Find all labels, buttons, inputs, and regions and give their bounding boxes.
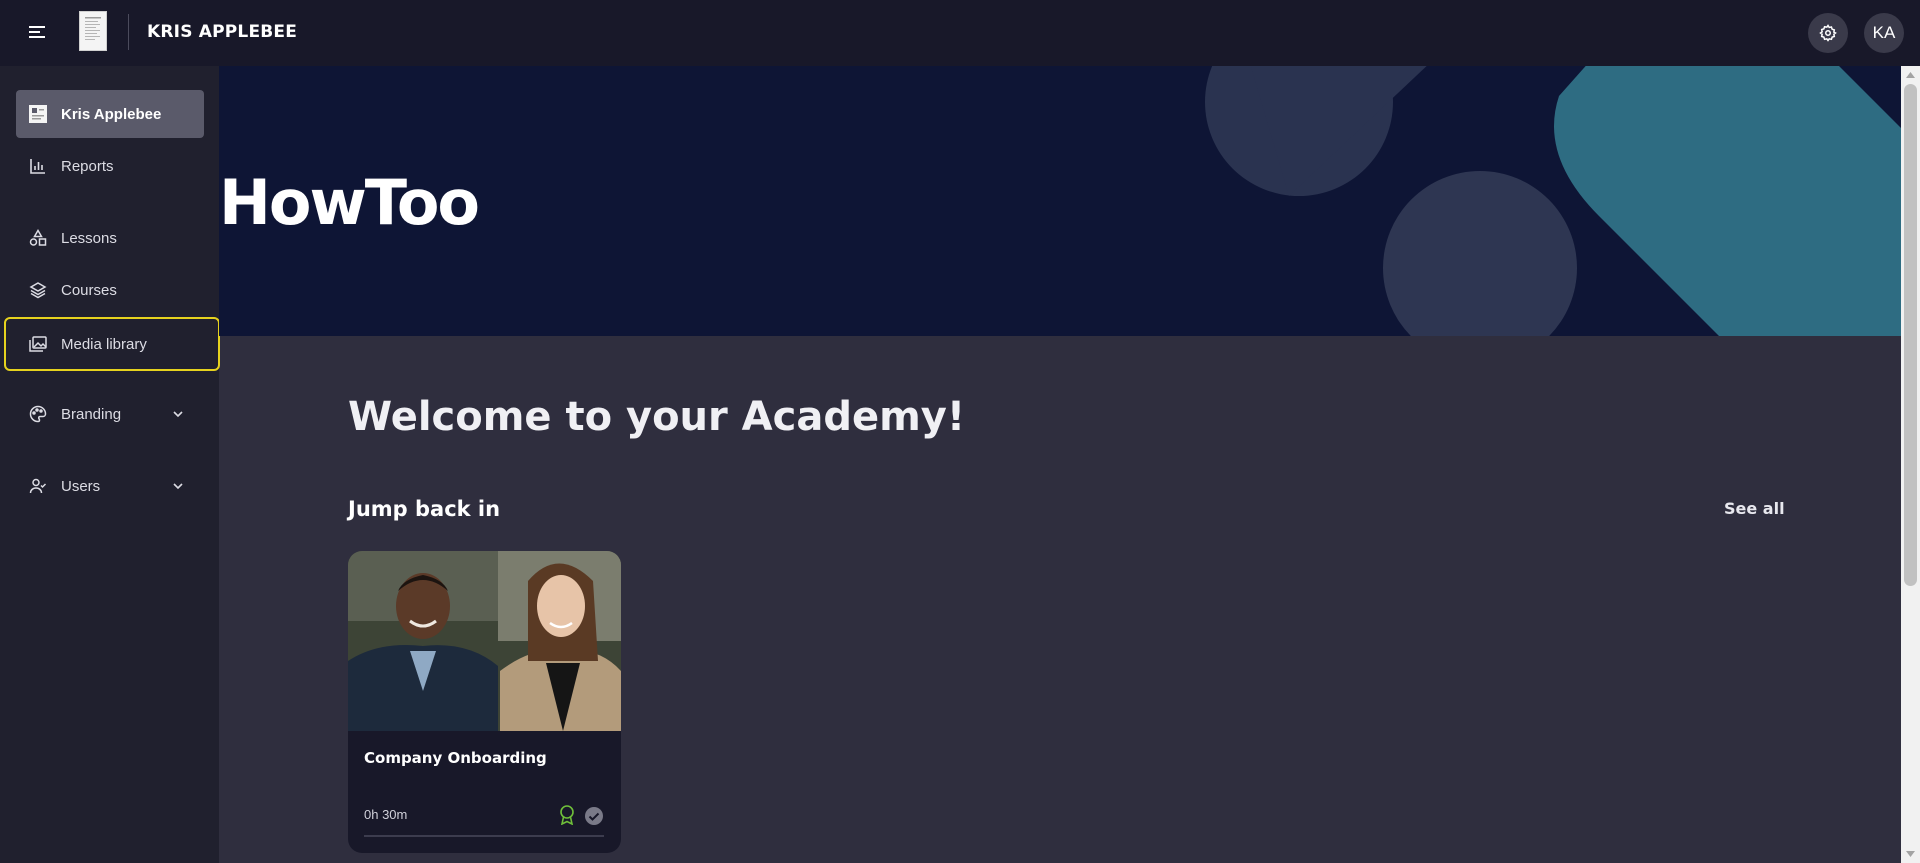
brand-title: KRIS APPLEBEE: [147, 22, 298, 42]
sidebar-item-lessons[interactable]: Lessons: [16, 214, 204, 262]
academy-logo[interactable]: [79, 11, 107, 51]
sidebar-item-media-library[interactable]: Media library: [4, 317, 220, 371]
sidebar-item-reports[interactable]: Reports: [16, 142, 204, 190]
scrollbar-thumb[interactable]: [1904, 84, 1917, 586]
settings-button[interactable]: [1808, 13, 1848, 53]
hero-banner: HowToo: [219, 66, 1901, 336]
sidebar-item-label: Media library: [61, 335, 147, 353]
see-all-link[interactable]: See all: [1724, 499, 1785, 518]
sidebar-item-label: Courses: [61, 281, 117, 299]
check-circle-icon: [585, 807, 603, 825]
course-card[interactable]: Company Onboarding 0h 30m: [348, 551, 621, 853]
course-title: Company Onboarding: [364, 749, 547, 767]
jump-back-in-heading: Jump back in: [348, 497, 501, 521]
chevron-down-icon: [173, 483, 183, 490]
sidebar-item-label: Kris Applebee: [61, 105, 162, 123]
sidebar-item-label: Reports: [61, 157, 114, 175]
image-gallery-icon: [28, 334, 48, 354]
top-bar: KRIS APPLEBEE KA: [0, 0, 1920, 66]
scroll-down-arrow-icon[interactable]: [1905, 849, 1916, 859]
course-duration: 0h 30m: [364, 807, 408, 822]
bar-chart-icon: [28, 156, 48, 176]
user-avatar[interactable]: KA: [1864, 13, 1904, 53]
sidebar-item-label: Users: [61, 477, 101, 495]
page-scrollbar[interactable]: [1901, 66, 1920, 863]
gear-icon: [1819, 24, 1837, 42]
academy-logo-icon: [28, 104, 48, 124]
course-thumbnail: [348, 551, 621, 731]
layers-icon: [28, 280, 48, 300]
header-divider: [128, 14, 129, 50]
sidebar: Kris Applebee Reports Lessons Courses Me…: [0, 66, 220, 863]
sidebar-item-label: Branding: [61, 405, 122, 423]
award-icon: [560, 805, 574, 825]
shapes-icon: [28, 228, 48, 248]
sidebar-item-courses[interactable]: Courses: [16, 266, 204, 314]
sidebar-item-academy[interactable]: Kris Applebee: [16, 90, 204, 138]
welcome-heading: Welcome to your Academy!: [348, 394, 966, 440]
hero-logo-text: HowToo: [219, 166, 480, 239]
sidebar-item-users[interactable]: Users: [16, 462, 204, 510]
users-icon: [28, 476, 48, 496]
sidebar-item-branding[interactable]: Branding: [16, 390, 204, 438]
palette-icon: [28, 404, 48, 424]
sidebar-item-label: Lessons: [61, 229, 117, 247]
hamburger-menu-icon[interactable]: [24, 19, 50, 45]
course-progress-bar: [364, 835, 604, 837]
chevron-down-icon: [173, 411, 183, 418]
scroll-up-arrow-icon[interactable]: [1905, 70, 1916, 80]
